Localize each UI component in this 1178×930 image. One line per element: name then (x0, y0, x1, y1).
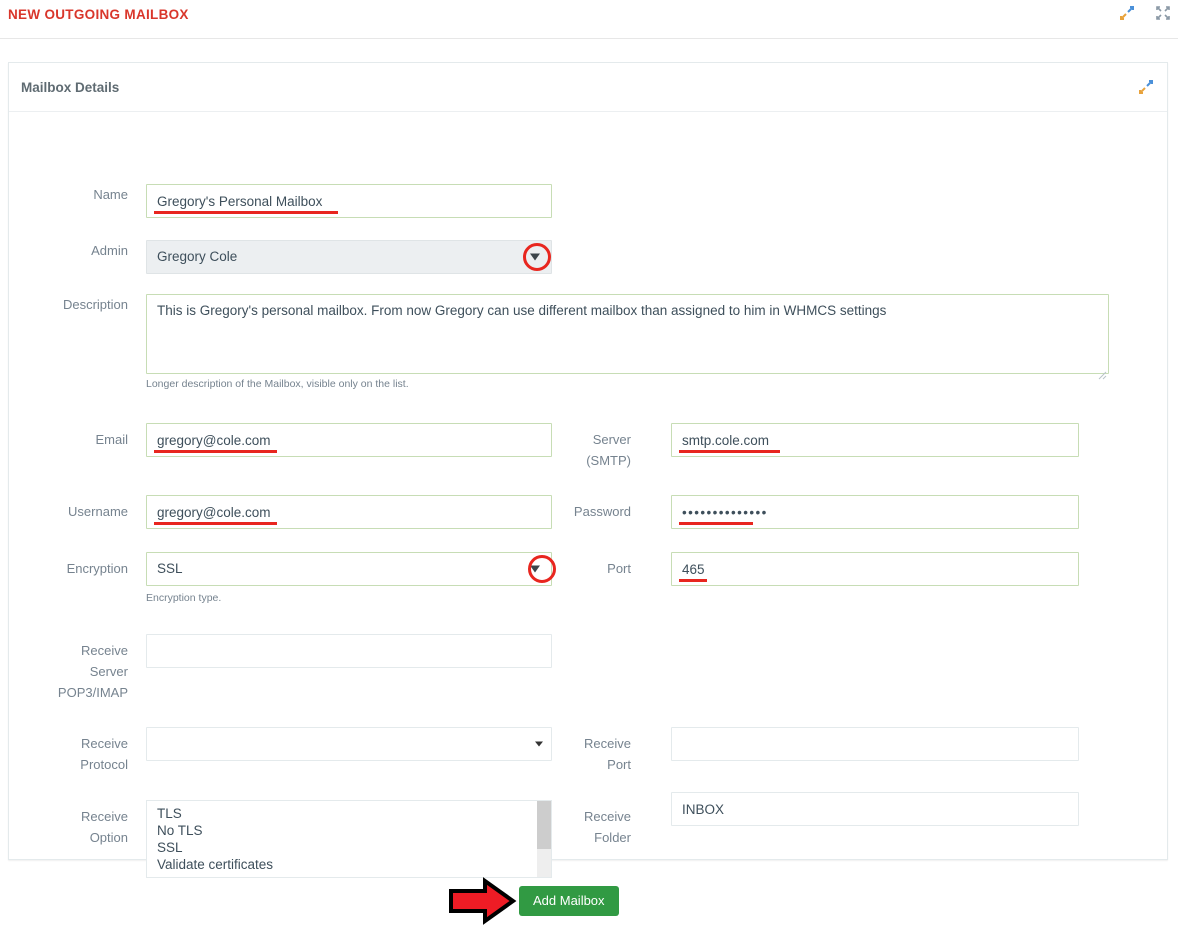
receive-folder-label-line1: Receive (584, 809, 631, 824)
annotation-underline (679, 450, 780, 453)
email-label: Email (95, 432, 128, 447)
password-label: Password (573, 504, 631, 519)
receive-folder-label-line2: Folder (594, 830, 631, 845)
receive-folder-input[interactable] (671, 792, 1079, 826)
port-label: Port (607, 561, 631, 576)
receive-folder-field-wrap (671, 792, 1079, 826)
receive-folder-label: Receive Folder (536, 806, 631, 848)
receive-server-label-line1: Receive (81, 643, 128, 658)
receive-protocol-label: Receive Protocol (9, 733, 128, 775)
top-bar: NEW OUTGOING MAILBOX (0, 0, 1178, 39)
username-label: Username (68, 504, 128, 519)
receive-server-field-wrap (146, 634, 552, 668)
receive-server-label-line2: Server (89, 664, 128, 679)
top-bar-icons (1118, 4, 1172, 22)
receive-protocol-field-wrap (146, 727, 552, 761)
receive-server-label: Receive Server POP3/IMAP (9, 640, 128, 703)
description-textarea[interactable]: This is Gregory's personal mailbox. From… (146, 294, 1109, 374)
annotation-underline (679, 579, 707, 582)
encryption-field-wrap: SSL (146, 552, 556, 586)
list-item[interactable]: SSL (147, 839, 551, 856)
receive-server-input[interactable] (146, 634, 552, 668)
password-field-wrap (671, 495, 1079, 529)
annotation-underline (154, 211, 338, 214)
port-input[interactable] (671, 552, 1079, 586)
description-label: Description (62, 297, 128, 312)
expand-icon[interactable] (1154, 4, 1172, 22)
receive-option-label-line2: Option (89, 830, 128, 845)
description-field-wrap: This is Gregory's personal mailbox. From… (146, 294, 1109, 380)
panel-header: Mailbox Details (9, 63, 1167, 112)
server-smtp-label-line1: Server (592, 432, 631, 447)
collapse-icon[interactable] (1118, 4, 1136, 22)
encryption-label: Encryption (66, 561, 128, 576)
add-mailbox-button[interactable]: Add Mailbox (519, 886, 619, 916)
receive-option-label-line1: Receive (81, 809, 128, 824)
username-field-wrap (146, 495, 552, 529)
page-root: NEW OUTGOING MAILBOX Mailbox Details Nam… (0, 0, 1178, 930)
name-label: Name (93, 187, 128, 202)
list-item[interactable]: No TLS (147, 822, 551, 839)
description-helper-text: Longer description of the Mailbox, visib… (146, 378, 409, 390)
receive-server-label-line3: POP3/IMAP (57, 685, 128, 700)
server-smtp-label: Server (SMTP) (536, 429, 631, 471)
receive-port-input[interactable] (671, 727, 1079, 761)
port-field-wrap (671, 552, 1079, 586)
receive-option-list: TLS No TLS SSL Validate certificates (147, 801, 551, 873)
mailbox-details-panel: Mailbox Details Name Gregory's Personal … (8, 62, 1168, 878)
receive-protocol-label-line1: Receive (81, 736, 128, 751)
panel-body: Name Admin Gregory Cole (9, 112, 1167, 878)
annotation-underline (679, 522, 753, 525)
receive-port-label: Receive Port (536, 733, 631, 775)
receive-port-field-wrap (671, 727, 1079, 761)
receive-port-label-line1: Receive (584, 736, 631, 751)
annotation-underline (154, 450, 277, 453)
encryption-select[interactable]: SSL (146, 552, 552, 586)
receive-port-label-line2: Port (607, 757, 631, 772)
list-item[interactable]: TLS (147, 805, 551, 822)
collapse-icon[interactable] (1137, 78, 1155, 96)
email-field-wrap (146, 423, 552, 457)
server-smtp-label-line2: (SMTP) (586, 453, 631, 468)
admin-label: Admin (91, 243, 128, 258)
receive-option-label: Receive Option (9, 806, 128, 848)
receive-protocol-label-line2: Protocol (80, 757, 128, 772)
admin-field-wrap: Gregory Cole (146, 240, 552, 274)
server-smtp-field-wrap (671, 423, 1079, 457)
admin-select[interactable]: Gregory Cole (146, 240, 552, 274)
annotation-underline (154, 522, 277, 525)
receive-protocol-select[interactable] (146, 727, 552, 761)
encryption-helper-text: Encryption type. (146, 592, 222, 604)
panel-title: Mailbox Details (21, 80, 120, 95)
name-field-wrap (146, 184, 552, 218)
page-title: NEW OUTGOING MAILBOX (8, 7, 189, 22)
